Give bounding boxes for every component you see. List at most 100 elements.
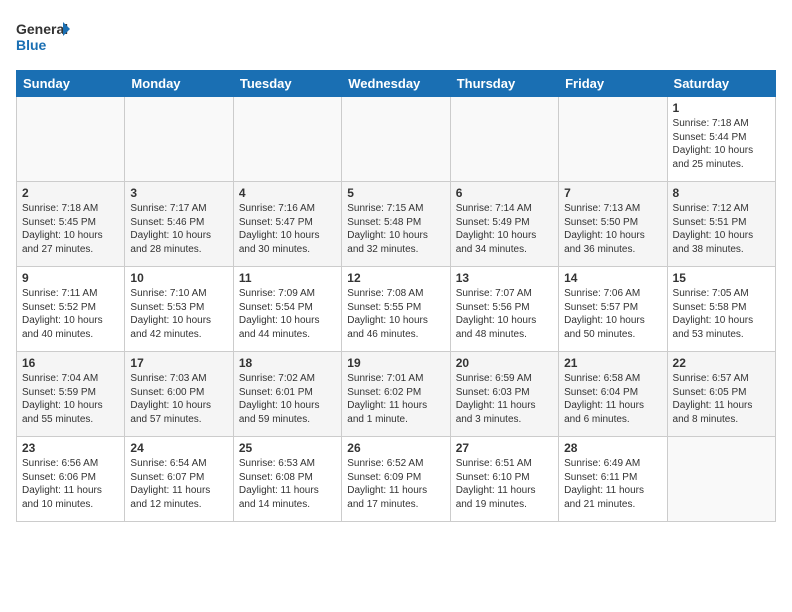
day-number: 12 (347, 271, 444, 285)
day-number: 24 (130, 441, 227, 455)
day-info: Sunrise: 7:02 AM Sunset: 6:01 PM Dayligh… (239, 372, 336, 426)
day-info: Sunrise: 6:56 AM Sunset: 6:06 PM Dayligh… (22, 457, 119, 511)
calendar-table: SundayMondayTuesdayWednesdayThursdayFrid… (16, 70, 776, 522)
calendar-cell (17, 97, 125, 182)
calendar-cell: 20 Sunrise: 6:59 AM Sunset: 6:03 PM Dayli… (450, 352, 558, 437)
day-number: 13 (456, 271, 553, 285)
day-number: 4 (239, 186, 336, 200)
day-info: Sunrise: 7:10 AM Sunset: 5:53 PM Dayligh… (130, 287, 227, 341)
day-number: 8 (673, 186, 770, 200)
day-number: 7 (564, 186, 661, 200)
calendar-cell: 21 Sunrise: 6:58 AM Sunset: 6:04 PM Dayli… (559, 352, 667, 437)
day-number: 2 (22, 186, 119, 200)
calendar-cell: 12 Sunrise: 7:08 AM Sunset: 5:55 PM Dayli… (342, 267, 450, 352)
weekday-header-tuesday: Tuesday (233, 71, 341, 97)
day-info: Sunrise: 7:04 AM Sunset: 5:59 PM Dayligh… (22, 372, 119, 426)
day-number: 6 (456, 186, 553, 200)
day-number: 3 (130, 186, 227, 200)
calendar-cell: 24 Sunrise: 6:54 AM Sunset: 6:07 PM Dayli… (125, 437, 233, 522)
calendar-cell: 14Sunrise: 7:06 AM Sunset: 5:57 PM Dayli… (559, 267, 667, 352)
day-info: Sunrise: 7:13 AM Sunset: 5:50 PM Dayligh… (564, 202, 661, 256)
weekday-header-monday: Monday (125, 71, 233, 97)
calendar-week-row: 1 Sunrise: 7:18 AM Sunset: 5:44 PM Daylig… (17, 97, 776, 182)
day-info: Sunrise: 7:12 AM Sunset: 5:51 PM Dayligh… (673, 202, 770, 256)
day-info: Sunrise: 7:18 AM Sunset: 5:44 PM Dayligh… (673, 117, 770, 171)
day-info: Sunrise: 7:01 AM Sunset: 6:02 PM Dayligh… (347, 372, 444, 426)
day-info: Sunrise: 7:14 AM Sunset: 5:49 PM Dayligh… (456, 202, 553, 256)
day-number: 9 (22, 271, 119, 285)
day-number: 27 (456, 441, 553, 455)
calendar-week-row: 23 Sunrise: 6:56 AM Sunset: 6:06 PM Dayli… (17, 437, 776, 522)
calendar-week-row: 16 Sunrise: 7:04 AM Sunset: 5:59 PM Dayli… (17, 352, 776, 437)
calendar-cell: 15 Sunrise: 7:05 AM Sunset: 5:58 PM Dayli… (667, 267, 775, 352)
weekday-header-saturday: Saturday (667, 71, 775, 97)
day-info: Sunrise: 7:16 AM Sunset: 5:47 PM Dayligh… (239, 202, 336, 256)
day-number: 15 (673, 271, 770, 285)
calendar-cell: 5 Sunrise: 7:15 AM Sunset: 5:48 PM Daylig… (342, 182, 450, 267)
calendar-cell (233, 97, 341, 182)
weekday-header-thursday: Thursday (450, 71, 558, 97)
calendar-cell: 25 Sunrise: 6:53 AM Sunset: 6:08 PM Dayli… (233, 437, 341, 522)
day-number: 19 (347, 356, 444, 370)
day-info: Sunrise: 6:53 AM Sunset: 6:08 PM Dayligh… (239, 457, 336, 511)
day-number: 17 (130, 356, 227, 370)
day-info: Sunrise: 7:15 AM Sunset: 5:48 PM Dayligh… (347, 202, 444, 256)
weekday-header-sunday: Sunday (17, 71, 125, 97)
day-number: 25 (239, 441, 336, 455)
calendar-cell (667, 437, 775, 522)
day-number: 21 (564, 356, 661, 370)
calendar-cell: 22 Sunrise: 6:57 AM Sunset: 6:05 PM Dayli… (667, 352, 775, 437)
calendar-cell: 13 Sunrise: 7:07 AM Sunset: 5:56 PM Dayli… (450, 267, 558, 352)
day-info: Sunrise: 6:49 AM Sunset: 6:11 PM Dayligh… (564, 457, 661, 511)
calendar-cell: 9 Sunrise: 7:11 AM Sunset: 5:52 PM Daylig… (17, 267, 125, 352)
weekday-header-wednesday: Wednesday (342, 71, 450, 97)
day-info: Sunrise: 6:59 AM Sunset: 6:03 PM Dayligh… (456, 372, 553, 426)
day-number: 22 (673, 356, 770, 370)
calendar-week-row: 2 Sunrise: 7:18 AM Sunset: 5:45 PM Daylig… (17, 182, 776, 267)
calendar-cell: 26Sunrise: 6:52 AM Sunset: 6:09 PM Dayli… (342, 437, 450, 522)
calendar-cell: 7 Sunrise: 7:13 AM Sunset: 5:50 PM Daylig… (559, 182, 667, 267)
day-number: 18 (239, 356, 336, 370)
calendar-cell: 17Sunrise: 7:03 AM Sunset: 6:00 PM Dayli… (125, 352, 233, 437)
calendar-cell: 19 Sunrise: 7:01 AM Sunset: 6:02 PM Dayli… (342, 352, 450, 437)
day-info: Sunrise: 6:57 AM Sunset: 6:05 PM Dayligh… (673, 372, 770, 426)
day-info: Sunrise: 6:51 AM Sunset: 6:10 PM Dayligh… (456, 457, 553, 511)
day-number: 20 (456, 356, 553, 370)
calendar-cell (342, 97, 450, 182)
day-info: Sunrise: 7:18 AM Sunset: 5:45 PM Dayligh… (22, 202, 119, 256)
day-number: 1 (673, 101, 770, 115)
logo-svg: General Blue (16, 16, 71, 60)
svg-text:Blue: Blue (16, 37, 47, 53)
day-info: Sunrise: 7:08 AM Sunset: 5:55 PM Dayligh… (347, 287, 444, 341)
day-number: 23 (22, 441, 119, 455)
day-info: Sunrise: 7:11 AM Sunset: 5:52 PM Dayligh… (22, 287, 119, 341)
calendar-cell (125, 97, 233, 182)
calendar-cell: 11Sunrise: 7:09 AM Sunset: 5:54 PM Dayli… (233, 267, 341, 352)
svg-text:General: General (16, 21, 68, 37)
calendar-cell: 4 Sunrise: 7:16 AM Sunset: 5:47 PM Daylig… (233, 182, 341, 267)
calendar-cell: 18 Sunrise: 7:02 AM Sunset: 6:01 PM Dayli… (233, 352, 341, 437)
day-info: Sunrise: 6:54 AM Sunset: 6:07 PM Dayligh… (130, 457, 227, 511)
calendar-cell: 23 Sunrise: 6:56 AM Sunset: 6:06 PM Dayli… (17, 437, 125, 522)
calendar-cell: 3 Sunrise: 7:17 AM Sunset: 5:46 PM Daylig… (125, 182, 233, 267)
calendar-cell (450, 97, 558, 182)
day-info: Sunrise: 7:05 AM Sunset: 5:58 PM Dayligh… (673, 287, 770, 341)
day-number: 28 (564, 441, 661, 455)
day-number: 16 (22, 356, 119, 370)
day-info: Sunrise: 7:17 AM Sunset: 5:46 PM Dayligh… (130, 202, 227, 256)
calendar-cell: 16 Sunrise: 7:04 AM Sunset: 5:59 PM Dayli… (17, 352, 125, 437)
day-info: Sunrise: 7:07 AM Sunset: 5:56 PM Dayligh… (456, 287, 553, 341)
day-info: Sunrise: 7:09 AM Sunset: 5:54 PM Dayligh… (239, 287, 336, 341)
logo: General Blue (16, 16, 71, 60)
day-number: 5 (347, 186, 444, 200)
page-header: General Blue (16, 16, 776, 60)
weekday-header-friday: Friday (559, 71, 667, 97)
calendar-cell: 8 Sunrise: 7:12 AM Sunset: 5:51 PM Daylig… (667, 182, 775, 267)
calendar-cell: 1 Sunrise: 7:18 AM Sunset: 5:44 PM Daylig… (667, 97, 775, 182)
day-info: Sunrise: 6:58 AM Sunset: 6:04 PM Dayligh… (564, 372, 661, 426)
calendar-cell: 27 Sunrise: 6:51 AM Sunset: 6:10 PM Dayli… (450, 437, 558, 522)
calendar-cell: 6 Sunrise: 7:14 AM Sunset: 5:49 PM Daylig… (450, 182, 558, 267)
calendar-header-row: SundayMondayTuesdayWednesdayThursdayFrid… (17, 71, 776, 97)
calendar-cell: 2 Sunrise: 7:18 AM Sunset: 5:45 PM Daylig… (17, 182, 125, 267)
day-number: 14 (564, 271, 661, 285)
